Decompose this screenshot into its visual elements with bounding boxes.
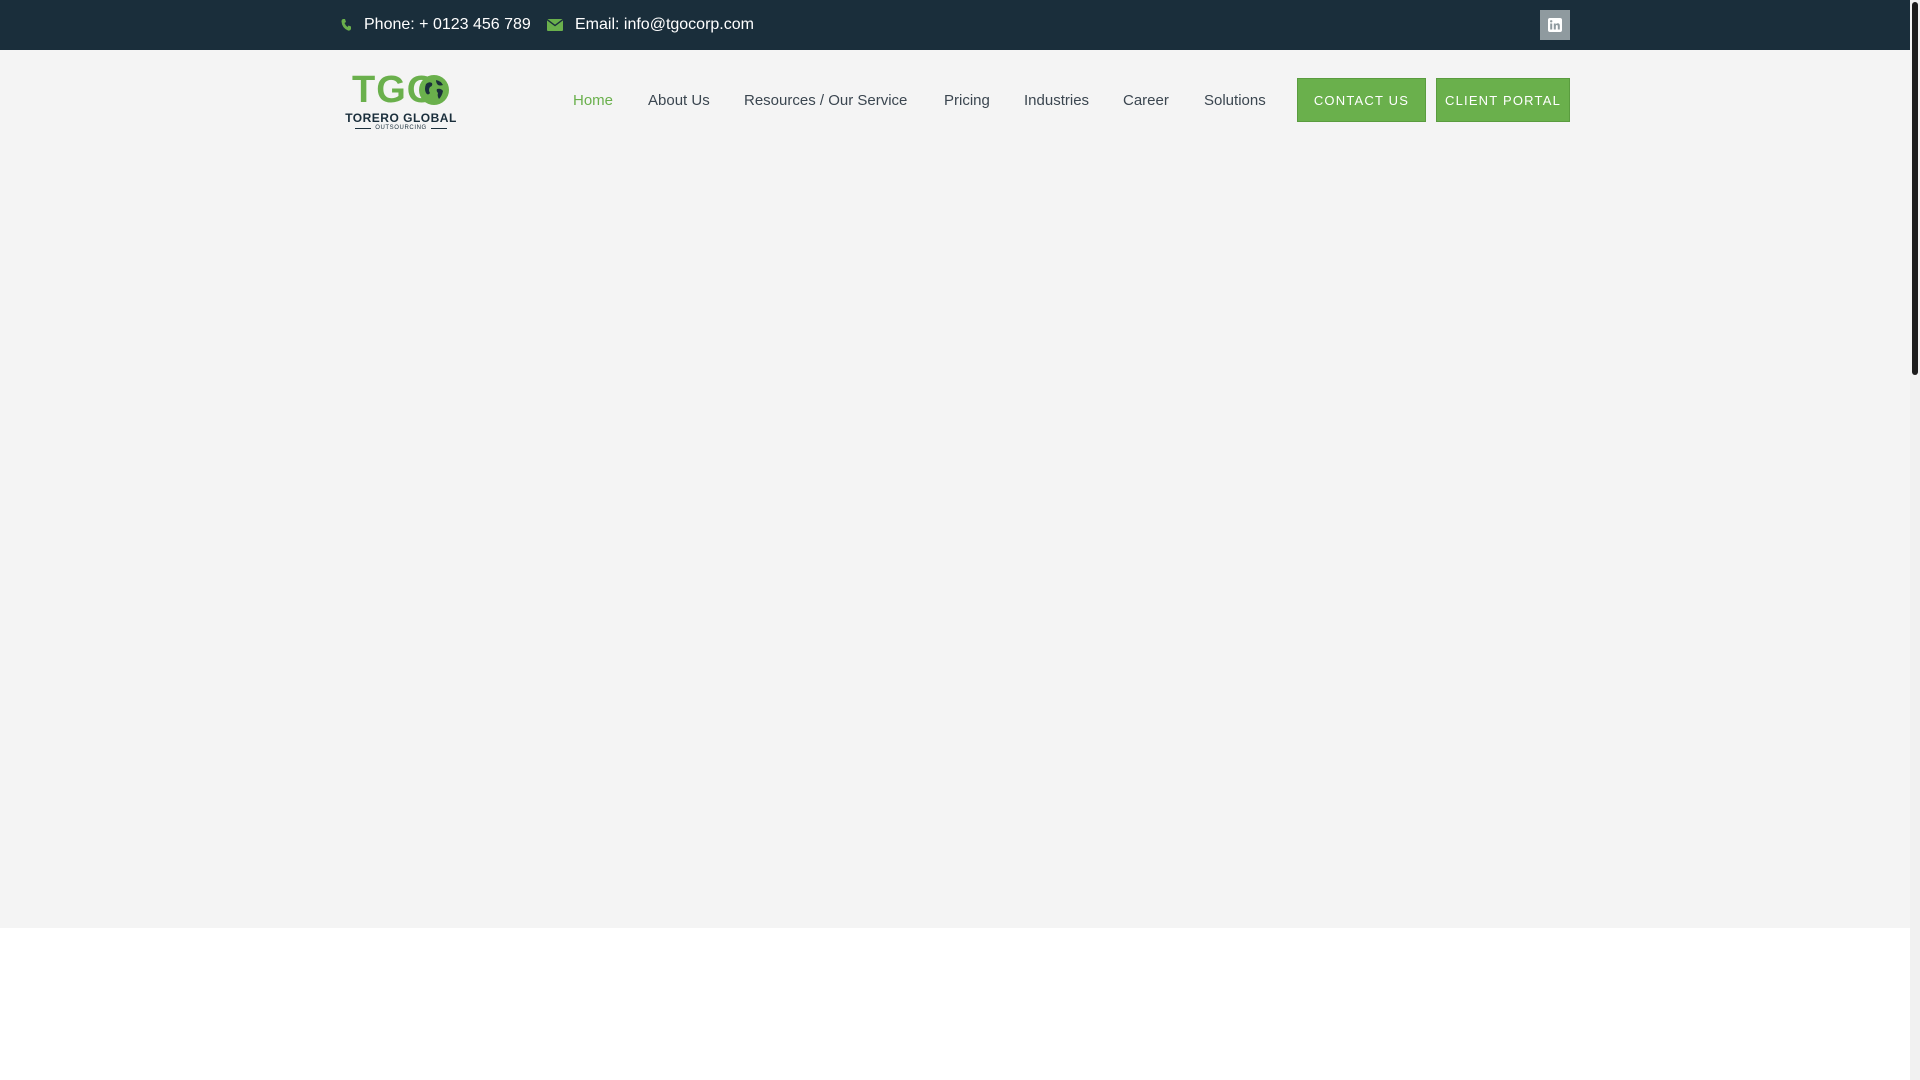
linkedin-icon xyxy=(1548,18,1562,32)
logo-tagline: OUTSOURCING xyxy=(340,125,462,131)
site-logo[interactable]: TGO TORERO GLOBAL OUTSOURCING xyxy=(340,70,462,132)
nav-home[interactable]: Home xyxy=(573,86,613,116)
globe-icon xyxy=(419,75,449,105)
contact-us-button[interactable]: CONTACT US xyxy=(1297,78,1426,122)
hero-section xyxy=(0,50,1910,928)
phone-icon xyxy=(340,18,352,32)
top-bar: Phone: + 0123 456 789 Email: info@tgocor… xyxy=(0,0,1910,50)
scrollbar-thumb[interactable] xyxy=(1912,2,1918,375)
nav-pricing[interactable]: Pricing xyxy=(944,86,990,116)
logo-company-name: TORERO GLOBAL xyxy=(345,111,457,125)
nav-industries[interactable]: Industries xyxy=(1024,86,1089,116)
nav-resources[interactable]: Resources / Our Service xyxy=(744,86,907,116)
nav-about-us[interactable]: About Us xyxy=(648,86,710,116)
client-portal-button[interactable]: CLIENT PORTAL xyxy=(1436,78,1570,122)
email-contact[interactable]: Email: info@tgocorp.com xyxy=(547,0,754,50)
linkedin-button[interactable] xyxy=(1540,10,1570,40)
nav-career[interactable]: Career xyxy=(1123,86,1169,116)
phone-contact[interactable]: Phone: + 0123 456 789 xyxy=(340,0,531,50)
envelope-icon xyxy=(547,19,563,31)
email-text: Email: info@tgocorp.com xyxy=(575,16,754,33)
nav-solutions[interactable]: Solutions xyxy=(1204,86,1266,116)
phone-text: Phone: + 0123 456 789 xyxy=(364,16,531,33)
